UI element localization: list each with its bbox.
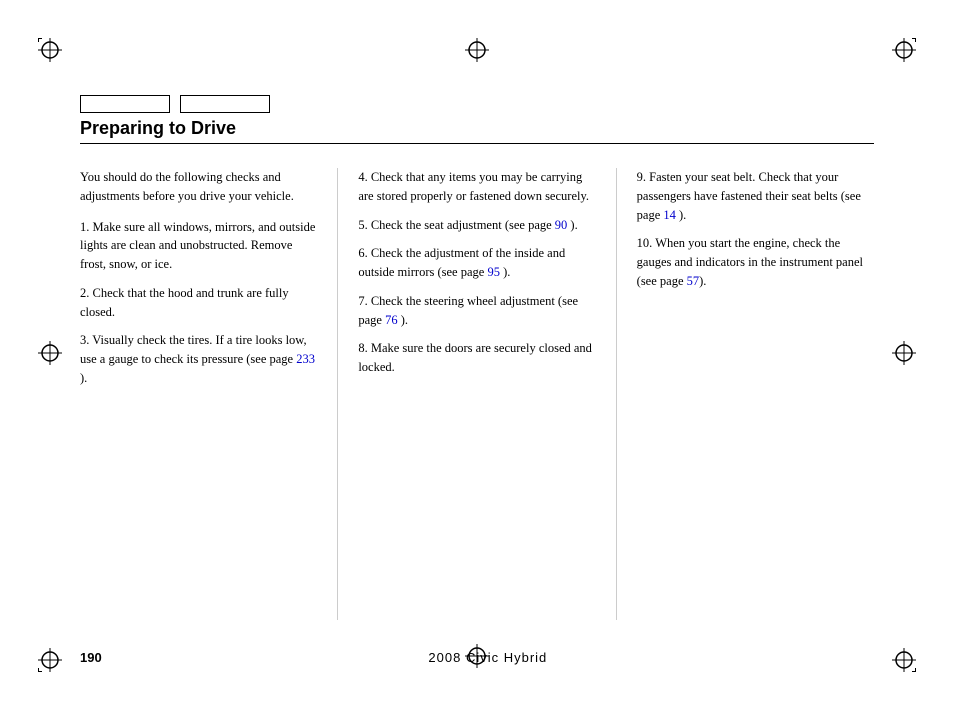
item-7-text-after: ). xyxy=(398,313,408,327)
list-item-10: 10. When you start the engine, check the… xyxy=(637,234,874,290)
item-3-text: Visually check the tires. If a tire look… xyxy=(80,333,307,366)
content-columns: You should do the following checks and a… xyxy=(80,168,874,620)
column-2: 4. Check that any items you may be carry… xyxy=(338,168,616,620)
item-6-num: 6. xyxy=(358,246,371,260)
item-8-text: Make sure the doors are securely closed … xyxy=(358,341,592,374)
page-title: Preparing to Drive xyxy=(80,118,874,139)
item-1-num: 1. xyxy=(80,220,93,234)
link-233[interactable]: 233 xyxy=(296,352,315,366)
footer-center-text: 2008 Civic Hybrid xyxy=(428,650,547,665)
page: Preparing to Drive You should do the fol… xyxy=(0,0,954,710)
item-9-num: 9. xyxy=(637,170,650,184)
link-90[interactable]: 90 xyxy=(555,218,568,232)
crosshair-left xyxy=(38,341,62,369)
column-3: 9. Fasten your seat belt. Check that you… xyxy=(617,168,874,620)
item-6-text: Check the adjustment of the inside and o… xyxy=(358,246,565,279)
item-1-text: Make sure all windows, mirrors, and outs… xyxy=(80,220,315,272)
list-item-7: 7. Check the steering wheel adjustment (… xyxy=(358,292,595,330)
reg-mark-br xyxy=(892,648,916,672)
tab-rect-1 xyxy=(80,95,170,113)
reg-mark-bl xyxy=(38,648,62,672)
item-6-text-after: ). xyxy=(500,265,510,279)
item-10-text-after: ). xyxy=(699,274,706,288)
item-5-text: Check the seat adjustment (see page xyxy=(371,218,555,232)
list-item-4: 4. Check that any items you may be carry… xyxy=(358,168,595,206)
item-7-num: 7. xyxy=(358,294,371,308)
list-item-5: 5. Check the seat adjustment (see page 9… xyxy=(358,216,595,235)
item-10-text: When you start the engine, check the gau… xyxy=(637,236,863,288)
item-10-num: 10. xyxy=(637,236,656,250)
item-3-text-after: ). xyxy=(80,371,87,385)
link-95[interactable]: 95 xyxy=(487,265,500,279)
list-item-6: 6. Check the adjustment of the inside an… xyxy=(358,244,595,282)
list-item-2: 2. Check that the hood and trunk are ful… xyxy=(80,284,317,322)
page-number: 190 xyxy=(80,650,102,665)
tab-bar xyxy=(80,95,270,113)
item-8-num: 8. xyxy=(358,341,371,355)
item-3-num: 3. xyxy=(80,333,92,347)
list-item-9: 9. Fasten your seat belt. Check that you… xyxy=(637,168,874,224)
list-item-3: 3. Visually check the tires. If a tire l… xyxy=(80,331,317,387)
list-item-8: 8. Make sure the doors are securely clos… xyxy=(358,339,595,377)
reg-mark-tr xyxy=(892,38,916,62)
item-5-text-after: ). xyxy=(567,218,577,232)
section-title-area: Preparing to Drive xyxy=(80,118,874,144)
reg-mark-tl xyxy=(38,38,62,62)
link-76[interactable]: 76 xyxy=(385,313,398,327)
column-1: You should do the following checks and a… xyxy=(80,168,338,620)
item-4-text: Check that any items you may be carrying… xyxy=(358,170,589,203)
title-divider xyxy=(80,143,874,144)
tab-rect-2 xyxy=(180,95,270,113)
intro-text: You should do the following checks and a… xyxy=(80,168,317,206)
item-2-num: 2. xyxy=(80,286,93,300)
item-9-text-after: ). xyxy=(676,208,686,222)
link-57[interactable]: 57 xyxy=(687,274,700,288)
item-5-num: 5. xyxy=(358,218,371,232)
link-14[interactable]: 14 xyxy=(663,208,676,222)
item-4-num: 4. xyxy=(358,170,371,184)
crosshair-top xyxy=(465,38,489,66)
footer: 190 2008 Civic Hybrid xyxy=(80,650,874,665)
list-item-1: 1. Make sure all windows, mirrors, and o… xyxy=(80,218,317,274)
item-2-text: Check that the hood and trunk are fully … xyxy=(80,286,289,319)
crosshair-right xyxy=(892,341,916,369)
